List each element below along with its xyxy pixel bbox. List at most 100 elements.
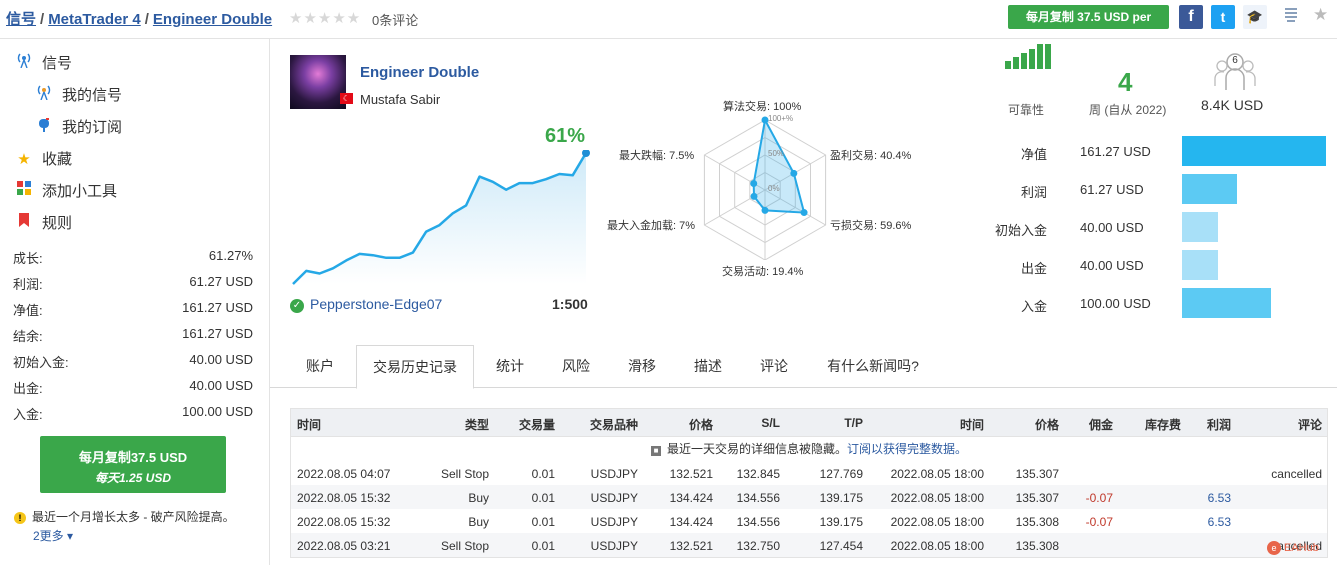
sidebar-item-add-widget[interactable]: 添加小工具 [14, 180, 117, 201]
col-comment[interactable]: 评论 [1298, 416, 1322, 433]
table-row[interactable]: 2022.08.05 04:07 Sell Stop 0.01 USDJPY 132.5… [291, 461, 1327, 485]
copy-subscribe-button[interactable]: 每月复制 37.5 USD per [1008, 5, 1169, 29]
table-row[interactable]: 2022.08.05 03:21 Sell Stop 0.01 USDJPY 132.5… [291, 533, 1327, 557]
col-price[interactable]: 价格 [689, 416, 713, 433]
avatar[interactable] [290, 55, 346, 109]
table-cell: 132.521 [669, 539, 713, 553]
bar-label: 初始入金 [994, 223, 1047, 238]
col-sl[interactable]: S/L [761, 416, 780, 430]
col-type[interactable]: 类型 [465, 416, 489, 433]
graduation-cap-icon[interactable]: 🎓 [1243, 5, 1267, 29]
subscribers-count: 6 [1232, 55, 1238, 66]
table-cell: 139.175 [819, 491, 863, 505]
table-cell: cancelled [1271, 467, 1322, 481]
table-cell: USDJPY [590, 515, 638, 529]
table-row[interactable]: 2022.08.05 15:32 Buy 0.01 USDJPY 134.424 134.… [291, 485, 1327, 509]
reviews-count[interactable]: 0条评论 [372, 10, 418, 29]
tab-risks[interactable]: 风险 [546, 345, 606, 387]
col-close-time[interactable]: 时间 [960, 416, 984, 433]
radar-label-loss-trades: 亏损交易: 59.6% [830, 220, 912, 232]
col-commission[interactable]: 佣金 [1089, 416, 1113, 433]
stat-deposits: 入金: 100.00 USD [13, 404, 253, 423]
breadcrumb-signals[interactable]: 信号 [6, 11, 36, 28]
rating-stars[interactable]: ★★★★★ [289, 9, 361, 27]
stat-balance: 结余: 161.27 USD [13, 326, 253, 345]
hidden-data-notice: ■ 最近一天交易的详细信息被隐藏。订阅以获得完整数据。 [291, 437, 1327, 461]
col-tp[interactable]: T/P [844, 416, 863, 430]
more-warnings-link[interactable]: 2更多 ▾ [33, 527, 73, 544]
stat-value: 161.27 USD [182, 300, 253, 315]
stat-label: 成长: [13, 251, 43, 266]
signal-icon [34, 84, 54, 104]
layers-icon[interactable] [1283, 6, 1299, 24]
tab-statistics[interactable]: 统计 [480, 345, 540, 387]
radar-point [750, 179, 758, 187]
col-close-price[interactable]: 价格 [1035, 416, 1059, 433]
col-symbol[interactable]: 交易品种 [590, 416, 638, 433]
sidebar-item-favorites[interactable]: ★ 收藏 [14, 148, 72, 169]
radar-value-area [752, 116, 806, 214]
col-volume[interactable]: 交易量 [519, 416, 555, 433]
table-cell: 127.454 [819, 539, 863, 553]
stat-value: 61.27% [208, 248, 253, 263]
table-cell: USDJPY [590, 467, 638, 481]
watermark-text: EAHub [1284, 542, 1319, 554]
tab-news[interactable]: 有什么新闻吗? [818, 345, 928, 387]
breadcrumb-sep: / [144, 11, 149, 28]
table-cell: 134.556 [736, 491, 780, 505]
subscribe-link[interactable]: 订阅以获得完整数据。 [847, 442, 967, 456]
stat-withdrawals: 出金: 40.00 USD [13, 378, 253, 397]
col-swap[interactable]: 库存费 [1145, 416, 1181, 433]
table-cell: -0.07 [1085, 491, 1113, 505]
tab-reviews[interactable]: 评论 [744, 345, 804, 387]
radar-tick-max: 100+% [768, 114, 794, 123]
col-open-time[interactable]: 时间 [297, 416, 321, 433]
sidebar-item-label: 添加小工具 [42, 183, 118, 200]
stat-value: 40.00 USD [189, 378, 253, 393]
sidebar-item-label: 我的订阅 [62, 119, 123, 136]
table-cell: 0.01 [531, 491, 555, 505]
table-body: 2022.08.05 04:07 Sell Stop 0.01 USDJPY 132.5… [291, 461, 1327, 557]
breadcrumb-current[interactable]: Engineer Double [153, 11, 272, 28]
bar-withdrawals [1182, 250, 1218, 280]
signal-name[interactable]: Engineer Double [360, 64, 479, 81]
tab-account[interactable]: 账户 [290, 345, 350, 387]
radar-point [800, 209, 808, 217]
table-cell: Buy [468, 491, 489, 505]
favorite-star-icon[interactable]: ★ [1313, 5, 1328, 25]
table-cell: 6.53 [1207, 491, 1231, 505]
table-cell: 127.769 [819, 467, 863, 481]
author-name[interactable]: Mustafa Sabir [360, 92, 440, 107]
breadcrumb-mt4[interactable]: MetaTrader 4 [48, 11, 141, 28]
tab-bar: 账户 交易历史记录 统计 风险 滑移 描述 评论 有什么新闻吗? [270, 345, 1337, 389]
notice-text: 最近一天交易的详细信息被隐藏。 [666, 442, 847, 456]
broker-link[interactable]: ✓ Pepperstone-Edge07 [290, 296, 442, 313]
stat-value: 100.00 USD [182, 404, 253, 419]
risk-warning: ! 最近一个月增长太多 - 破产风险提高。 [14, 508, 235, 525]
tab-slippage[interactable]: 滑移 [612, 345, 672, 387]
copy-signal-button[interactable]: 每月复制37.5 USD 每天1.25 USD [40, 436, 226, 493]
table-row[interactable]: 2022.08.05 15:32 Buy 0.01 USDJPY 134.424 134.… [291, 509, 1327, 533]
tab-description[interactable]: 描述 [678, 345, 738, 387]
sidebar-item-my-subscriptions[interactable]: 我的订阅 [34, 116, 122, 137]
bar-label: 净值 [1020, 147, 1047, 162]
radar-point [761, 206, 769, 214]
table-cell: 132.750 [736, 539, 780, 553]
table-cell: Buy [468, 515, 489, 529]
table-cell: 0.01 [531, 515, 555, 529]
twitter-icon[interactable]: t [1211, 5, 1235, 29]
leverage: 1:500 [552, 296, 588, 312]
table-cell: 6.53 [1207, 515, 1231, 529]
weeks-label: 周 (自从 2022) [1089, 103, 1167, 117]
sidebar-item-my-signals[interactable]: 我的信号 [34, 84, 122, 105]
stat-label: 利润: [13, 277, 43, 292]
col-profit[interactable]: 利润 [1207, 416, 1231, 433]
facebook-icon[interactable]: f [1179, 5, 1203, 29]
info-icon: ■ [650, 446, 661, 456]
table-cell: 0.01 [531, 539, 555, 553]
sidebar-item-rules[interactable]: 规则 [14, 212, 72, 233]
sidebar-item-signals[interactable]: 信号 [14, 52, 72, 73]
tab-trade-history[interactable]: 交易历史记录 [356, 345, 474, 389]
radar-label-max-drawdown: 最大跌幅: 7.5% [619, 150, 695, 162]
sidebar-item-label: 规则 [42, 215, 73, 232]
